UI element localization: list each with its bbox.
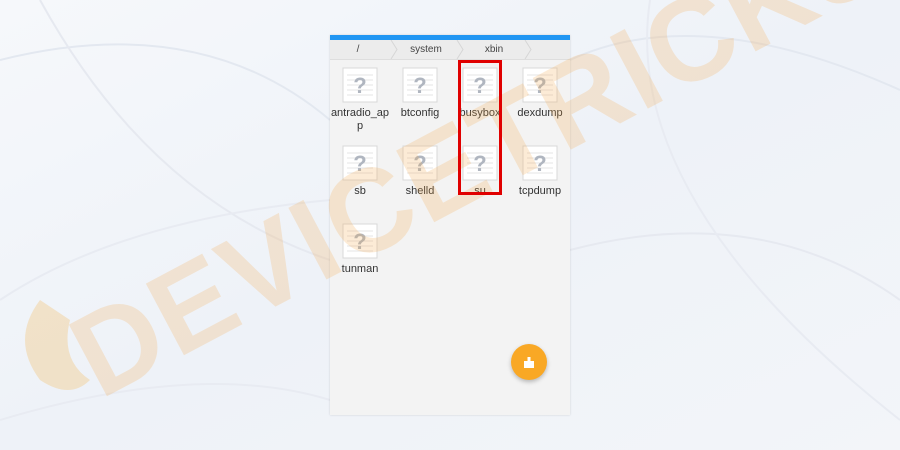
file-item[interactable]: ? shelld <box>390 141 450 211</box>
file-name: tcpdump <box>518 185 562 197</box>
svg-text:?: ? <box>353 151 366 176</box>
svg-text:?: ? <box>413 73 426 98</box>
unknown-file-icon: ? <box>342 145 378 181</box>
breadcrumb-root[interactable]: / <box>330 40 386 59</box>
file-name: btconfig <box>400 107 440 119</box>
svg-text:?: ? <box>353 229 366 254</box>
file-item[interactable]: ? btconfig <box>390 63 450 133</box>
unknown-file-icon: ? <box>402 67 438 103</box>
unknown-file-icon: ? <box>522 67 558 103</box>
unknown-file-icon: ? <box>522 145 558 181</box>
file-manager-screen: / system xbin ? antradio_app? btconfig? bus… <box>330 35 570 415</box>
chevron-right-icon <box>456 40 464 59</box>
breadcrumb-system[interactable]: system <box>396 40 456 59</box>
unknown-file-icon: ? <box>402 145 438 181</box>
unknown-file-icon: ? <box>342 223 378 259</box>
file-name: sb <box>354 185 366 197</box>
file-item[interactable]: ? tunman <box>330 219 390 289</box>
file-name: shelld <box>405 185 435 197</box>
file-item[interactable]: ? tcpdump <box>510 141 570 211</box>
unknown-file-icon: ? <box>342 67 378 103</box>
svg-text:?: ? <box>533 73 546 98</box>
file-name: dexdump <box>517 107 563 119</box>
file-name: tunman <box>341 263 379 275</box>
breadcrumb-xbin[interactable]: xbin <box>464 40 524 59</box>
highlight-box <box>458 60 502 195</box>
file-name: antradio_app <box>330 107 390 132</box>
svg-text:?: ? <box>413 151 426 176</box>
clean-fab-button[interactable] <box>511 344 547 380</box>
svg-text:?: ? <box>533 151 546 176</box>
file-item[interactable]: ? sb <box>330 141 390 211</box>
breadcrumb: / system xbin <box>330 40 570 60</box>
file-item[interactable]: ? dexdump <box>510 63 570 133</box>
file-item[interactable]: ? antradio_app <box>330 63 390 133</box>
clean-broom-icon <box>524 357 534 368</box>
svg-text:?: ? <box>353 73 366 98</box>
chevron-right-icon <box>524 40 532 59</box>
